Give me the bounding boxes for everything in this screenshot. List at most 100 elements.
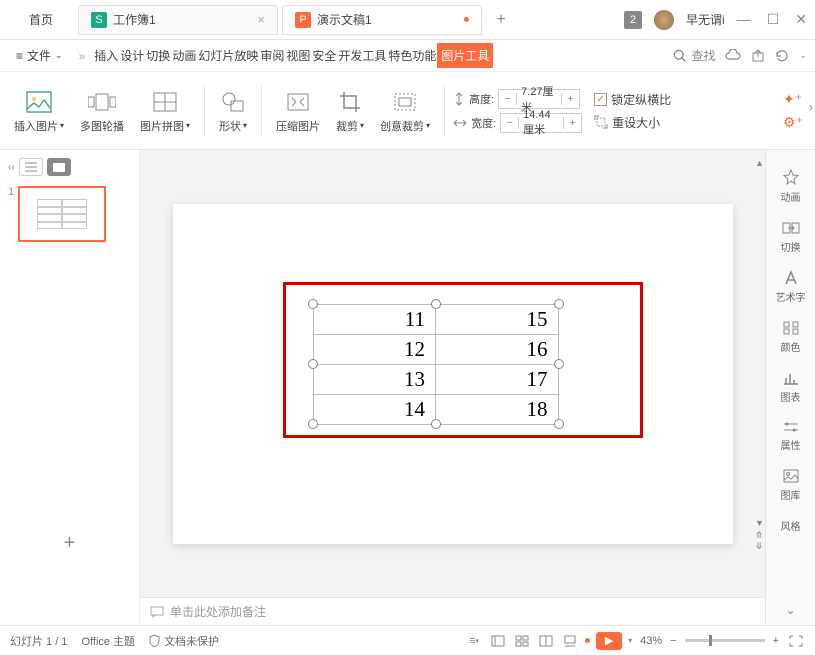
scroll-down-icon[interactable]: ▼ (755, 518, 763, 528)
avatar[interactable] (654, 10, 674, 30)
slide[interactable]: 1115 1216 1317 1418 (173, 204, 733, 544)
zoom-value[interactable]: 43% (640, 635, 662, 647)
thumbnail-view-button[interactable] (47, 158, 71, 176)
gear-plus-icon[interactable]: ⚙⁺ (783, 114, 803, 131)
height-input[interactable]: − 7.27厘米 + (498, 89, 580, 109)
notification-badge[interactable]: 2 (624, 11, 642, 29)
rp-animation[interactable]: 动画 (766, 162, 815, 210)
prev-slide-icon[interactable]: ⤊ (755, 530, 763, 541)
chevron-down-icon[interactable]: ⌄ (799, 50, 807, 61)
zoom-slider[interactable] (685, 639, 765, 642)
menu-picture-tools[interactable]: 图片工具 (437, 43, 493, 68)
next-slide-icon[interactable]: ⤋ (755, 541, 763, 552)
minimize-button[interactable]: — (737, 11, 751, 28)
rp-wordart[interactable]: 艺术字 (766, 264, 815, 310)
more-icon[interactable]: » (73, 49, 92, 63)
width-input[interactable]: − 14.44厘米 + (500, 113, 582, 133)
menu-review[interactable]: 审阅 (259, 43, 285, 68)
notes-view-icon[interactable] (561, 633, 579, 649)
reading-view-icon[interactable] (537, 633, 555, 649)
slide-thumbnail-1[interactable]: 1 (8, 186, 131, 242)
resize-handle[interactable] (554, 359, 564, 369)
table-cell[interactable]: 16 (436, 334, 559, 364)
height-plus[interactable]: + (561, 93, 579, 105)
menu-security[interactable]: 安全 (311, 43, 337, 68)
menu-animation[interactable]: 动画 (171, 43, 197, 68)
resize-handle[interactable] (308, 359, 318, 369)
close-button[interactable]: ✕ (795, 11, 807, 28)
shape-button[interactable]: 形状 ▾ (213, 88, 253, 134)
resize-handle[interactable] (554, 419, 564, 429)
chevron-down-icon: ⌄ (55, 50, 63, 61)
table-cell[interactable]: 17 (436, 364, 559, 394)
rp-color[interactable]: 颜色 (766, 314, 815, 360)
share-icon[interactable] (751, 49, 765, 63)
menu-slideshow[interactable]: 幻灯片放映 (197, 43, 259, 68)
status-bar: 幻灯片 1 / 1 Office 主题 文档未保护 ≡▾ ▶ ▾ 43% − + (0, 625, 815, 655)
table-cell[interactable]: 11 (313, 304, 436, 334)
compress-button[interactable]: 压缩图片 (270, 88, 326, 134)
multi-rotate-button[interactable]: 多图轮播 (74, 88, 130, 134)
table-cell[interactable]: 18 (436, 394, 559, 424)
menu-features[interactable]: 特色功能 (387, 43, 437, 68)
resize-handle[interactable] (431, 419, 441, 429)
maximize-button[interactable]: ☐ (767, 11, 780, 28)
menu-view[interactable]: 视图 (285, 43, 311, 68)
collapse-panel-icon[interactable]: ‹‹ (8, 162, 15, 173)
menu-devtools[interactable]: 开发工具 (337, 43, 387, 68)
table-cell[interactable]: 13 (313, 364, 436, 394)
zoom-in-button[interactable]: + (773, 635, 779, 647)
menu-insert[interactable]: 插入 (93, 43, 119, 68)
menu-transition[interactable]: 切换 (145, 43, 171, 68)
sorter-view-icon[interactable] (513, 633, 531, 649)
table-object[interactable]: 1115 1216 1317 1418 (313, 304, 559, 424)
notes-input[interactable]: 单击此处添加备注 (140, 597, 765, 625)
table-cell[interactable]: 12 (313, 334, 436, 364)
insert-picture-button[interactable]: 插入图片 ▾ (8, 88, 70, 134)
resize-handle[interactable] (308, 419, 318, 429)
fit-screen-icon[interactable] (787, 633, 805, 649)
height-minus[interactable]: − (499, 93, 517, 105)
rp-gallery[interactable]: 图库 (766, 462, 815, 508)
menu-design[interactable]: 设计 (119, 43, 145, 68)
resize-handle[interactable] (308, 299, 318, 309)
new-tab-button[interactable]: + (486, 5, 516, 35)
rp-properties[interactable]: 属性 (766, 414, 815, 458)
table-cell[interactable]: 14 (313, 394, 436, 424)
zoom-out-button[interactable]: − (670, 635, 676, 647)
history-icon[interactable] (775, 49, 789, 63)
tab-presentation[interactable]: P 演示文稿1 (282, 5, 482, 35)
rp-transition[interactable]: 切换 (766, 214, 815, 260)
align-icon[interactable]: ≡▾ (465, 633, 483, 649)
crop-button[interactable]: 裁剪 ▾ (330, 88, 370, 134)
file-menu[interactable]: ≡ 文件 ⌄ (8, 43, 71, 68)
ribbon-collapse-button[interactable]: › (809, 100, 813, 114)
scroll-up-icon[interactable]: ▲ (755, 158, 763, 168)
add-slide-button[interactable]: + (8, 532, 131, 555)
rp-chart[interactable]: 图表 (766, 364, 815, 410)
creative-crop-button[interactable]: 创意裁剪 ▾ (374, 88, 436, 134)
lock-aspect-checkbox[interactable]: ✓ 锁定纵横比 (594, 91, 671, 108)
sparkle-plus-icon[interactable]: ✦⁺ (783, 91, 803, 108)
resize-handle[interactable] (431, 299, 441, 309)
normal-view-icon[interactable] (489, 633, 507, 649)
table-cell[interactable]: 15 (436, 304, 559, 334)
vertical-scrollbar[interactable]: ▲ ▼ ⤊ ⤋ (755, 158, 763, 538)
collage-button[interactable]: 图片拼图 ▾ (134, 88, 196, 134)
reset-size-button[interactable]: 重设大小 (594, 114, 671, 131)
divider (444, 86, 445, 136)
tab-home[interactable]: 首页 (8, 5, 74, 35)
rp-collapse-button[interactable]: ⌄ (777, 595, 803, 625)
resize-handle[interactable] (554, 299, 564, 309)
divider (261, 86, 262, 136)
rp-style[interactable]: 风格 (766, 512, 815, 539)
width-minus[interactable]: − (501, 117, 519, 129)
outline-view-button[interactable] (19, 158, 43, 176)
protect-status[interactable]: 文档未保护 (149, 633, 219, 649)
tab-workbook[interactable]: S 工作簿1 × (78, 5, 278, 35)
close-icon[interactable]: × (257, 12, 265, 27)
play-dropdown-icon[interactable]: ▾ (628, 636, 632, 645)
cloud-icon[interactable] (725, 49, 741, 63)
width-plus[interactable]: + (563, 117, 581, 129)
search-button[interactable]: 查找 (673, 47, 715, 64)
